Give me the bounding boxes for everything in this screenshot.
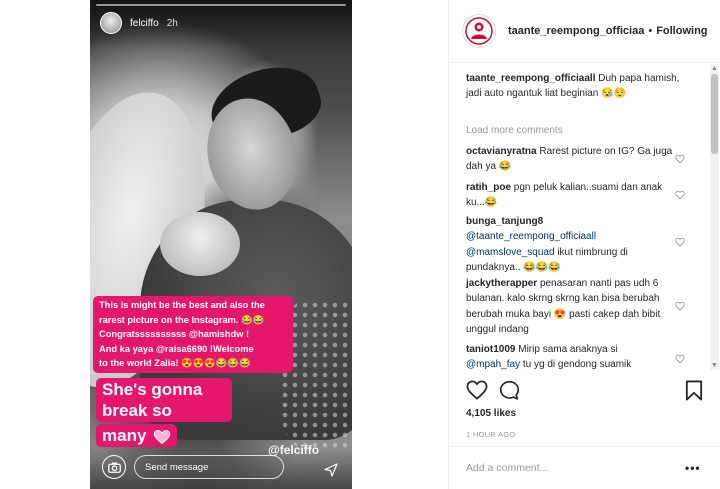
comment-icon[interactable] — [499, 380, 520, 401]
comment-text: Mirip sama anaknya si — [518, 344, 618, 355]
comment-mention[interactable]: @mpah_fay — [466, 359, 520, 370]
post-side-panel: taante_reempong_officiaa • Following taa… — [448, 0, 720, 489]
following-button[interactable]: Following — [656, 25, 707, 37]
more-options-icon[interactable]: ••• — [685, 461, 701, 475]
comments-scrollbar[interactable]: ▲ ▼ — [710, 64, 719, 370]
caption-line: to the world Zalia! 😍😍😍😂😂😂 — [99, 358, 251, 368]
camera-icon — [107, 462, 121, 473]
comment-username[interactable]: bunga_tanjung8 — [466, 216, 543, 227]
comment-item: taniot1009 Mirip sama anaknya si @mpah_f… — [466, 342, 680, 370]
send-icon[interactable] — [324, 463, 338, 477]
bookmark-icon[interactable] — [685, 380, 703, 401]
comment-item: bunga_tanjung8 @taante_reempong_officiaa… — [466, 214, 680, 275]
add-comment-input[interactable]: Add a comment... — [466, 462, 548, 474]
comment-username[interactable]: taniot1009 — [466, 344, 515, 355]
comments-list: taante_reempong_officiaall Duh papa hami… — [449, 64, 709, 370]
add-comment-bar: Add a comment... ••• — [449, 446, 720, 489]
story-headline: She's gonna break so many — [96, 378, 232, 449]
comment-like-heart-icon[interactable] — [675, 354, 685, 364]
story-caption: This is might be the best and also the r… — [93, 296, 293, 373]
story-watermark: @felciffo — [268, 443, 320, 457]
pink-heart-icon — [153, 429, 171, 444]
headline-line-2: many — [96, 424, 178, 447]
comment-like-heart-icon[interactable] — [675, 154, 685, 164]
caption-line: Congratssssssssss @hamishdw ! — [99, 329, 250, 339]
scrollbar-thumb[interactable] — [711, 74, 718, 154]
scroll-down-arrow-icon[interactable]: ▼ — [711, 362, 718, 369]
camera-button[interactable] — [102, 455, 126, 479]
account-avatar[interactable] — [462, 14, 496, 48]
headline-line-text: many — [102, 426, 147, 445]
like-heart-icon[interactable] — [466, 380, 488, 400]
comment-like-heart-icon[interactable] — [675, 190, 685, 200]
send-message-placeholder: Send message — [145, 461, 209, 473]
comment-username[interactable]: taante_reempong_officiaall — [466, 73, 595, 84]
comment-mention[interactable]: @taante_reempong_officiaall — [466, 231, 596, 242]
post-media: felciffo 2h This is might be the best an… — [0, 0, 448, 489]
post-actions — [449, 370, 720, 410]
comment-username[interactable]: octavianyratna — [466, 146, 537, 157]
story-username[interactable]: felciffo — [130, 18, 159, 29]
post-timestamp: 1 HOUR AGO — [466, 430, 516, 439]
baby-shape — [160, 212, 240, 276]
caption-line: This is might be the best and also the — [99, 300, 265, 310]
comment-text: tu yg di gendong suamik — [522, 359, 632, 370]
caption-line: rarest picture on the Instagram. 😂😂 — [99, 314, 265, 325]
likes-count[interactable]: 4,105 likes — [466, 408, 516, 419]
caption-comment: taante_reempong_officiaall Duh papa hami… — [466, 71, 696, 102]
load-more-comments-button[interactable]: Load more comments — [466, 125, 563, 136]
send-message-field[interactable]: Send message — [134, 455, 284, 479]
story-progress-bar — [96, 4, 346, 6]
scroll-up-arrow-icon[interactable]: ▲ — [711, 65, 718, 72]
post-header: taante_reempong_officiaa • Following — [449, 0, 720, 63]
comment-like-heart-icon[interactable] — [675, 301, 685, 311]
account-username[interactable]: taante_reempong_officiaa — [508, 25, 644, 37]
comment-item: octavianyratna Rarest picture on IG? Ga … — [466, 144, 680, 175]
comment-like-heart-icon[interactable] — [675, 237, 685, 247]
story-time: 2h — [166, 17, 178, 29]
comment-item: jackytherapper penasaran nanti pas udh 6… — [466, 276, 680, 337]
comment-mention[interactable]: @mamslove_squad — [466, 247, 555, 258]
account-logo-icon — [465, 17, 493, 45]
headline-line: She's gonna break so — [96, 378, 232, 422]
story-photo: felciffo 2h This is might be the best an… — [90, 0, 352, 489]
comment-item: ratih_poe pgn peluk kalian..suami dan an… — [466, 180, 680, 211]
header-separator: • — [648, 25, 653, 37]
story-user[interactable]: felciffo 2h — [100, 12, 178, 34]
comment-username[interactable]: ratih_poe — [466, 182, 511, 193]
comment-username[interactable]: jackytherapper — [466, 278, 537, 289]
story-avatar[interactable] — [100, 12, 122, 34]
caption-line: And ka yaya @raisa6690 !Welcome — [99, 343, 254, 354]
